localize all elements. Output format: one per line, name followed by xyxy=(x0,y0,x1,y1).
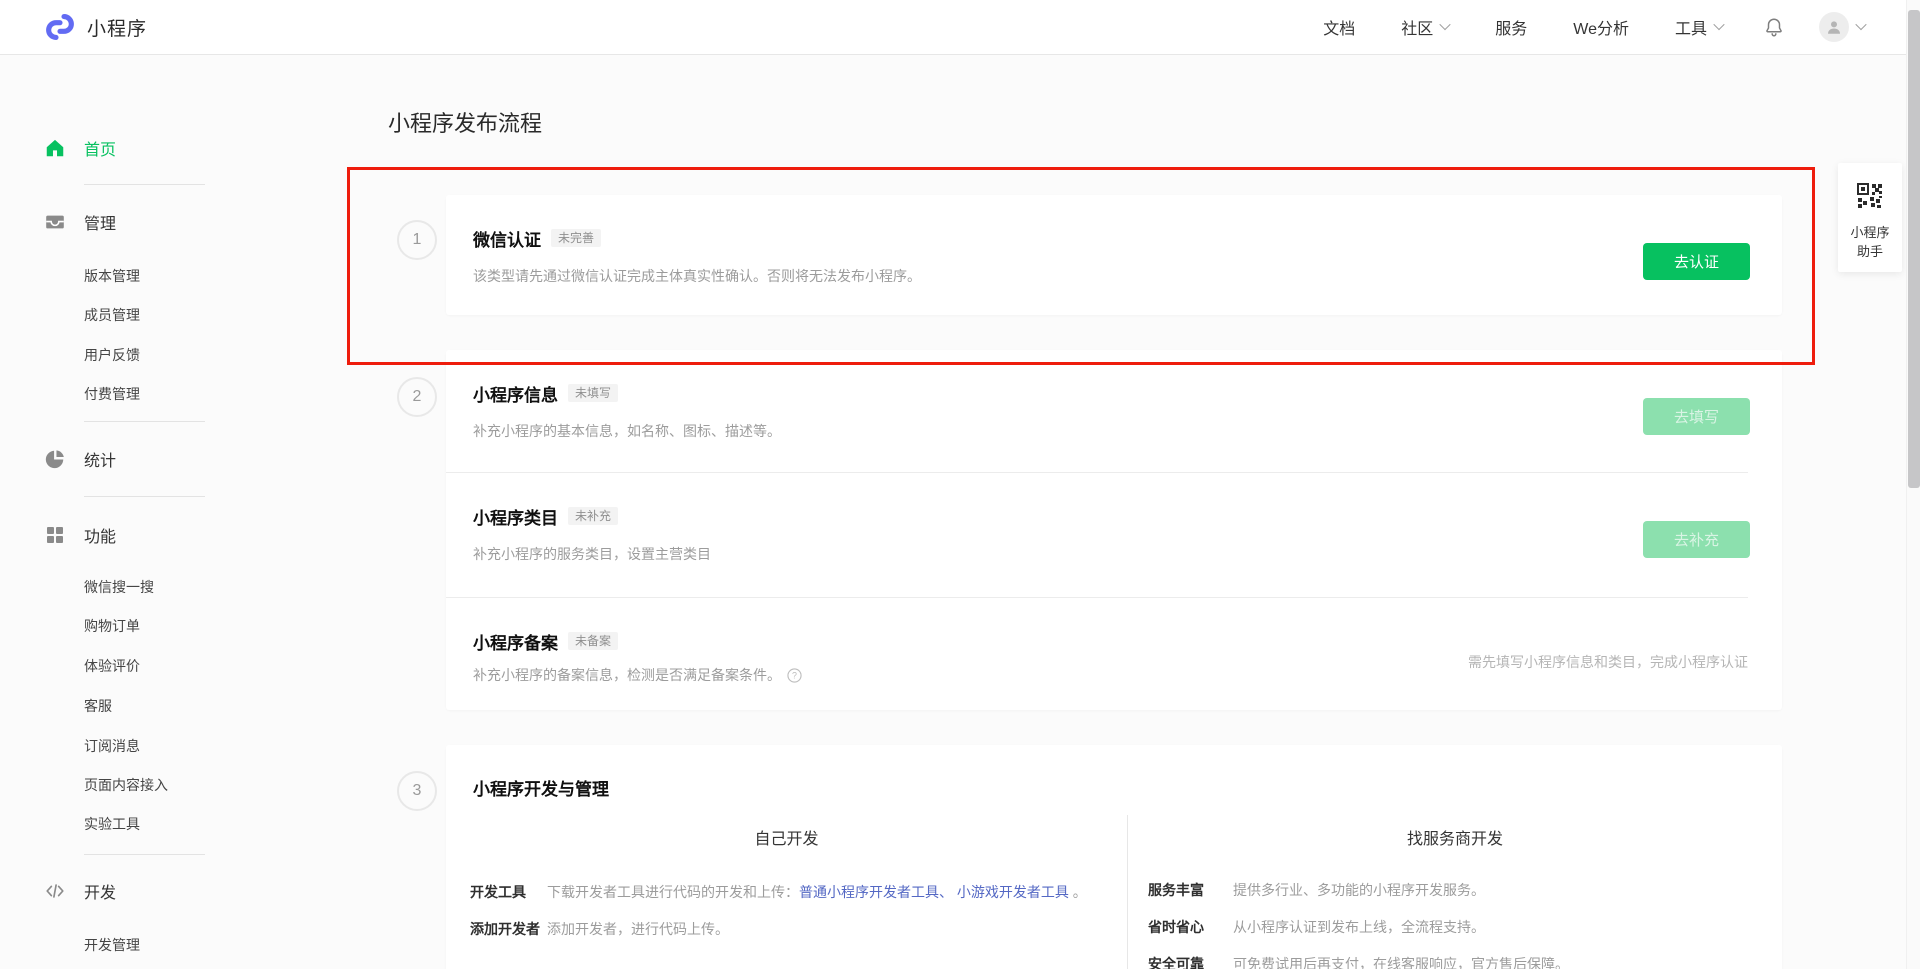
nav-docs[interactable]: 文档 xyxy=(1323,15,1355,39)
nav-services[interactable]: 服务 xyxy=(1495,15,1527,39)
section-desc: 补充小程序的备案信息，检测是否满足备案条件。 xyxy=(473,665,781,685)
row-label: 添加开发者 xyxy=(470,917,547,942)
sidebar-divider xyxy=(84,421,205,422)
save-time-row: 省时省心 从小程序认证到发布上线，全流程支持。 xyxy=(1128,917,1782,937)
user-avatar xyxy=(1819,12,1849,42)
chevron-down-icon xyxy=(1855,18,1866,29)
sidebar-group-develop[interactable]: 开发 xyxy=(0,880,232,902)
status-badge: 未填写 xyxy=(568,384,618,402)
column-self-develop: 自己开发 开发工具 下载开发者工具进行代码的开发和上传：普通小程序开发者工具、 … xyxy=(446,815,1128,969)
home-icon xyxy=(43,137,66,159)
status-badge: 未完善 xyxy=(551,229,601,247)
step-number-1: 1 xyxy=(397,220,437,260)
row-label: 省时省心 xyxy=(1148,917,1233,937)
sidebar-item-version-manage[interactable]: 版本管理 xyxy=(0,266,232,286)
sidebar-divider xyxy=(84,184,205,185)
safe-reliable-row: 安全可靠 可免费试用后再支付，在线客服响应，官方售后保障。 xyxy=(1128,954,1782,969)
miniprogram-logo-icon xyxy=(44,11,76,43)
sidebar-group-manage[interactable]: 管理 xyxy=(0,211,232,233)
column-header: 找服务商开发 xyxy=(1128,829,1782,851)
sidebar-item-experience-review[interactable]: 体验评价 xyxy=(0,656,232,676)
scrollbar-thumb[interactable] xyxy=(1908,10,1920,488)
sidebar-item-paid-manage[interactable]: 付费管理 xyxy=(0,384,232,404)
row-label: 开发工具 xyxy=(470,880,547,905)
sidebar-group-features[interactable]: 功能 xyxy=(0,524,232,546)
sidebar-item-shopping-orders[interactable]: 购物订单 xyxy=(0,616,232,636)
link-normal-devtools[interactable]: 普通小程序开发者工具 xyxy=(799,884,939,900)
code-icon xyxy=(43,880,66,902)
sidebar-nav: 首页 管理 版本管理 成员管理 用户反馈 付费管理 统计 功能 微信搜一搜 购物… xyxy=(0,55,232,969)
main-content: 小程序发布流程 1 微信认证 未完善 该类型请先通过微信认证完成主体真实性确认。… xyxy=(232,55,1920,969)
step-number-2: 2 xyxy=(397,377,437,417)
brand-logo[interactable]: 小程序 xyxy=(44,11,147,43)
sidebar-item-develop-manage[interactable]: 开发管理 xyxy=(0,935,232,955)
service-rich-row: 服务丰富 提供多行业、多功能的小程序开发服务。 xyxy=(1128,880,1782,900)
svg-text:?: ? xyxy=(792,670,797,680)
section-mini-info: 小程序信息 未填写 补充小程序的基本信息，如名称、图标、描述等。 去填写 xyxy=(446,350,1782,472)
inbox-icon xyxy=(43,211,66,233)
miniprogram-assistant-widget[interactable]: 小程序 助手 xyxy=(1838,163,1902,272)
account-menu[interactable] xyxy=(1819,12,1865,42)
pie-chart-icon xyxy=(43,448,66,470)
go-fill-button[interactable]: 去填写 xyxy=(1643,398,1750,435)
bell-icon[interactable] xyxy=(1763,16,1785,38)
nav-we-analysis[interactable]: We分析 xyxy=(1573,15,1629,39)
sidebar-divider xyxy=(84,496,205,497)
column-header: 自己开发 xyxy=(446,829,1127,851)
grid-icon xyxy=(43,525,66,545)
status-badge: 未备案 xyxy=(568,632,618,650)
sidebar-item-home[interactable]: 首页 xyxy=(0,137,232,159)
sidebar-divider xyxy=(84,854,205,855)
page-title: 小程序发布流程 xyxy=(388,111,542,137)
step-card-wechat-verify: 1 微信认证 未完善 该类型请先通过微信认证完成主体真实性确认。否则将无法发布小… xyxy=(446,195,1782,315)
top-header: 小程序 文档 社区 服务 We分析 工具 xyxy=(0,0,1920,55)
section-title: 微信认证 xyxy=(473,226,541,251)
sidebar-group-statistics[interactable]: 统计 xyxy=(0,448,232,470)
row-label: 安全可靠 xyxy=(1148,954,1233,969)
row-label: 服务丰富 xyxy=(1148,880,1233,900)
sidebar-item-wechat-search[interactable]: 微信搜一搜 xyxy=(0,577,232,597)
develop-columns: 自己开发 开发工具 下载开发者工具进行代码的开发和上传：普通小程序开发者工具、 … xyxy=(446,815,1782,969)
assistant-label-line1: 小程序 xyxy=(1838,223,1902,242)
go-supplement-button[interactable]: 去补充 xyxy=(1643,521,1750,558)
prerequisite-note: 需先填写小程序信息和类目，完成小程序认证 xyxy=(1468,652,1748,672)
add-developer-row: 添加开发者 添加开发者，进行代码上传。 xyxy=(446,917,1127,942)
column-service-provider: 找服务商开发 服务丰富 提供多行业、多功能的小程序开发服务。 省时省心 从小程序… xyxy=(1128,815,1782,969)
qr-code-icon xyxy=(1857,183,1883,209)
nav-community[interactable]: 社区 xyxy=(1401,15,1449,39)
section-desc: 该类型请先通过微信认证完成主体真实性确认。否则将无法发布小程序。 xyxy=(473,266,1782,286)
sidebar-item-page-content[interactable]: 页面内容接入 xyxy=(0,775,232,795)
sidebar-item-customer-service[interactable]: 客服 xyxy=(0,696,232,716)
dev-tools-row: 开发工具 下载开发者工具进行代码的开发和上传：普通小程序开发者工具、 小游戏开发… xyxy=(446,880,1127,905)
go-verify-button[interactable]: 去认证 xyxy=(1643,243,1750,280)
status-badge: 未补充 xyxy=(568,507,618,525)
scrollbar xyxy=(1906,0,1920,969)
link-game-devtools[interactable]: 小游戏开发者工具 xyxy=(957,884,1069,900)
question-circle-icon[interactable]: ? xyxy=(787,668,802,683)
step-number-3: 3 xyxy=(397,771,437,811)
chevron-down-icon xyxy=(1440,18,1451,29)
section-mini-icp: 小程序备案 未备案 补充小程序的备案信息，检测是否满足备案条件。 ? 需先填写小… xyxy=(446,598,1782,710)
section-title: 小程序类目 xyxy=(473,504,558,529)
nav-tools[interactable]: 工具 xyxy=(1675,15,1723,39)
brand-name: 小程序 xyxy=(87,14,147,41)
sidebar-item-experiment-tools[interactable]: 实验工具 xyxy=(0,814,232,834)
sidebar-item-member-manage[interactable]: 成员管理 xyxy=(0,305,232,325)
section-title: 小程序信息 xyxy=(473,381,558,406)
section-desc: 补充小程序的基本信息，如名称、图标、描述等。 xyxy=(473,421,1782,441)
section-title: 小程序备案 xyxy=(473,629,558,654)
sidebar-item-subscribe-message[interactable]: 订阅消息 xyxy=(0,736,232,756)
chevron-down-icon xyxy=(1713,18,1724,29)
section-title: 小程序开发与管理 xyxy=(473,778,609,802)
header-nav: 文档 社区 服务 We分析 工具 xyxy=(1277,12,1865,42)
assistant-label-line2: 助手 xyxy=(1838,242,1902,261)
section-desc: 补充小程序的服务类目，设置主营类目 xyxy=(473,544,1782,564)
step-card-develop: 3 小程序开发与管理 自己开发 开发工具 下载开发者工具进行代码的开发和上传：普… xyxy=(446,745,1782,969)
section-wechat-verify: 微信认证 未完善 该类型请先通过微信认证完成主体真实性确认。否则将无法发布小程序… xyxy=(446,195,1782,286)
sidebar-item-user-feedback[interactable]: 用户反馈 xyxy=(0,345,232,365)
section-mini-category: 小程序类目 未补充 补充小程序的服务类目，设置主营类目 去补充 xyxy=(446,473,1782,597)
step-card-info: 2 小程序信息 未填写 补充小程序的基本信息，如名称、图标、描述等。 去填写 小… xyxy=(446,350,1782,710)
